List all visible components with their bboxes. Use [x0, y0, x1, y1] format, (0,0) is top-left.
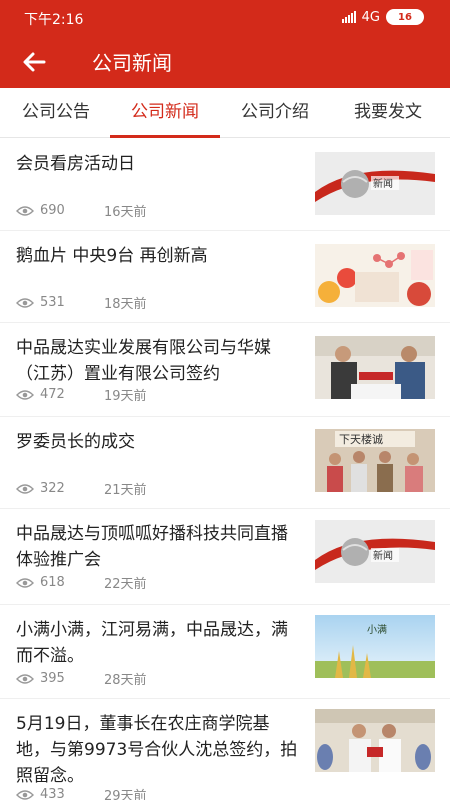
view-count: 433	[40, 787, 65, 800]
status-time: 下午2:16	[24, 12, 84, 28]
thumbnail-label: 小满	[367, 624, 387, 636]
tab-label: 公司介绍	[241, 102, 309, 122]
network-type: 4G	[361, 9, 380, 25]
publish-time: 22天前	[104, 577, 147, 592]
tab-label: 公司公告	[22, 102, 90, 122]
news-item[interactable]: 中品晟达与顶呱呱好播科技共同直播体验推广会 618 22天前 新闻	[0, 509, 450, 605]
news-meta: 690 16天前	[16, 201, 147, 220]
tab-announcements[interactable]: 公司公告	[10, 88, 102, 138]
news-title: 罗委员长的成交	[16, 432, 135, 452]
publish-time: 16天前	[104, 205, 147, 220]
eye-icon	[16, 389, 34, 400]
view-count: 395	[40, 671, 65, 686]
thumbnail-label: 下天楼诚	[339, 432, 383, 446]
news-title: 小满小满，江河易满，中品晟达，满而不溢。	[16, 620, 288, 666]
tab-publish[interactable]: 我要发文	[338, 88, 438, 138]
news-thumbnail: 下天楼诚	[315, 429, 435, 492]
eye-icon	[16, 673, 34, 684]
eye-icon	[16, 205, 34, 216]
publish-time: 28天前	[104, 673, 147, 688]
publish-time: 18天前	[104, 297, 147, 312]
view-count: 322	[40, 481, 65, 496]
news-item[interactable]: 鹅血片 中央9台 再创新高 531 18天前	[0, 231, 450, 323]
news-meta: 618 22天前	[16, 573, 147, 592]
battery-icon: 16	[386, 9, 424, 25]
news-thumbnail: 小满	[315, 615, 435, 678]
news-meta: 322 21天前	[16, 479, 147, 498]
battery-level: 16	[398, 11, 412, 23]
news-meta: 472 19天前	[16, 385, 147, 404]
status-bar: 下午2:16 4G 16	[0, 0, 450, 36]
news-thumbnail: 新闻	[315, 520, 435, 583]
publish-time: 19天前	[104, 389, 147, 404]
thumbnail-label: 新闻	[373, 177, 393, 190]
view-count: 472	[40, 387, 65, 402]
active-tab-indicator	[110, 135, 220, 138]
view-count: 531	[40, 295, 65, 310]
news-item[interactable]: 中品晟达实业发展有限公司与华媒（江苏）置业有限公司签约 472 19天前	[0, 323, 450, 417]
status-indicators: 4G 16	[341, 9, 424, 25]
page-title: 公司新闻	[92, 51, 172, 75]
news-thumbnail	[315, 244, 435, 307]
view-count: 690	[40, 203, 65, 218]
news-meta: 531 18天前	[16, 293, 147, 312]
news-thumbnail: 新闻	[315, 152, 435, 215]
eye-icon	[16, 483, 34, 494]
tab-news[interactable]: 公司新闻	[110, 88, 220, 138]
publish-time: 29天前	[104, 789, 147, 800]
news-item[interactable]: 罗委员长的成交 322 21天前 下天楼诚	[0, 417, 450, 509]
news-item[interactable]: 5月19日，董事长在农庄商学院基地，与第9973号合伙人沈总签约，拍照留念。 4…	[0, 699, 450, 800]
news-thumbnail	[315, 336, 435, 399]
back-button[interactable]	[18, 46, 50, 78]
news-title: 鹅血片 中央9台 再创新高	[16, 246, 208, 266]
tab-company-intro[interactable]: 公司介绍	[228, 88, 322, 138]
tab-label: 公司新闻	[131, 102, 199, 122]
arrow-left-icon	[23, 52, 46, 72]
news-title: 会员看房活动日	[16, 154, 135, 174]
app-bar: 公司新闻	[0, 36, 450, 88]
news-item[interactable]: 会员看房活动日 690 16天前 新闻	[0, 139, 450, 231]
news-title: 5月19日，董事长在农庄商学院基地，与第9973号合伙人沈总签约，拍照留念。	[16, 714, 298, 786]
eye-icon	[16, 297, 34, 308]
view-count: 618	[40, 575, 65, 590]
news-meta: 395 28天前	[16, 669, 147, 688]
eye-icon	[16, 577, 34, 588]
tab-label: 我要发文	[354, 102, 422, 122]
news-thumbnail	[315, 709, 435, 772]
publish-time: 21天前	[104, 483, 147, 498]
news-title: 中品晟达与顶呱呱好播科技共同直播体验推广会	[16, 524, 288, 570]
news-title: 中品晟达实业发展有限公司与华媒（江苏）置业有限公司签约	[16, 338, 271, 384]
eye-icon	[16, 789, 34, 800]
news-meta: 433 29天前	[16, 785, 147, 800]
news-item[interactable]: 小满小满，江河易满，中品晟达，满而不溢。 395 28天前 小满	[0, 605, 450, 699]
signal-icon	[341, 11, 356, 23]
thumbnail-label: 新闻	[373, 549, 393, 562]
tab-bar: 公司公告 公司新闻 公司介绍 我要发文	[0, 88, 450, 138]
